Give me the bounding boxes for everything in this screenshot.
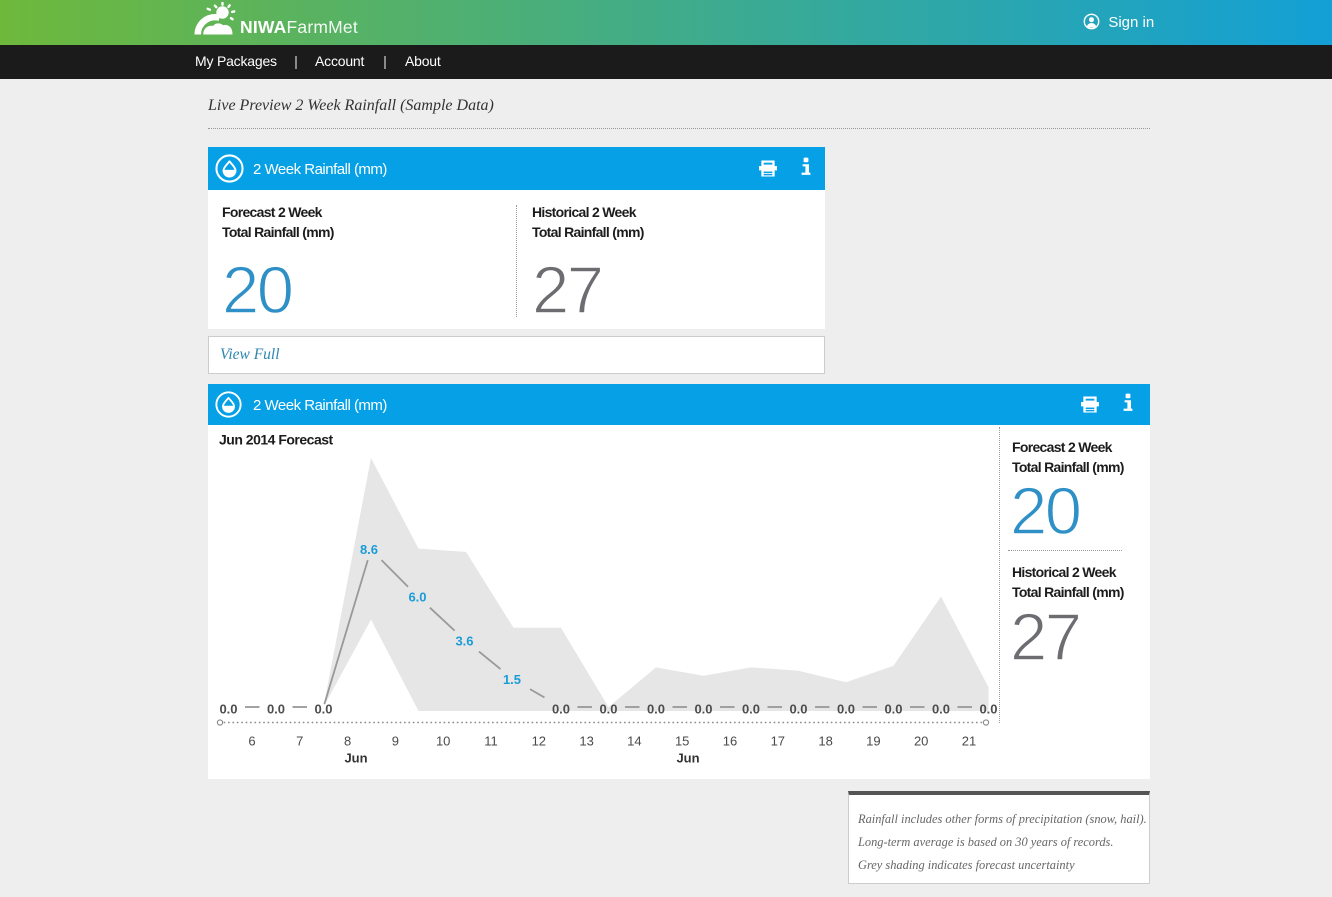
svg-text:0.0: 0.0	[267, 702, 285, 717]
svg-text:8: 8	[344, 734, 351, 749]
svg-text:0.0: 0.0	[314, 702, 332, 717]
svg-text:7: 7	[296, 734, 303, 749]
svg-text:6: 6	[248, 734, 255, 749]
svg-text:16: 16	[723, 734, 737, 749]
svg-text:0.0: 0.0	[979, 702, 997, 717]
svg-text:0.0: 0.0	[742, 702, 760, 717]
svg-text:21: 21	[962, 734, 976, 749]
svg-text:0.0: 0.0	[837, 702, 855, 717]
svg-text:6.0: 6.0	[408, 590, 426, 605]
svg-text:8.6: 8.6	[360, 542, 378, 557]
svg-text:10: 10	[436, 734, 450, 749]
svg-text:15: 15	[675, 734, 689, 749]
svg-text:18: 18	[818, 734, 832, 749]
svg-text:0.0: 0.0	[219, 702, 237, 717]
svg-text:0.0: 0.0	[599, 702, 617, 717]
svg-text:0.0: 0.0	[932, 702, 950, 717]
svg-text:0.0: 0.0	[647, 702, 665, 717]
svg-text:17: 17	[771, 734, 785, 749]
svg-text:12: 12	[532, 734, 546, 749]
svg-text:1.5: 1.5	[503, 672, 521, 687]
svg-text:11: 11	[484, 734, 498, 749]
svg-text:19: 19	[866, 734, 880, 749]
svg-text:Jun: Jun	[344, 751, 367, 766]
svg-text:0.0: 0.0	[789, 702, 807, 717]
svg-text:9: 9	[392, 734, 399, 749]
svg-text:0.0: 0.0	[552, 702, 570, 717]
svg-text:Jun: Jun	[676, 751, 699, 766]
svg-text:3.6: 3.6	[455, 634, 473, 649]
svg-text:14: 14	[627, 734, 641, 749]
svg-text:0.0: 0.0	[884, 702, 902, 717]
svg-text:Jun 2014 Forecast: Jun 2014 Forecast	[219, 432, 334, 448]
svg-text:13: 13	[579, 734, 593, 749]
svg-text:20: 20	[914, 734, 928, 749]
svg-text:0.0: 0.0	[694, 702, 712, 717]
